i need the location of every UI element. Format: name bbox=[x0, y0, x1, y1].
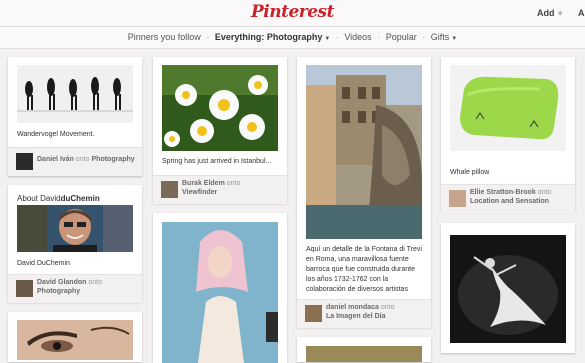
pin-attribution: Ellie Stratton-Brook onto Location and S… bbox=[441, 184, 575, 213]
onto-text: onto bbox=[380, 304, 395, 311]
nav-everything-label: Everything: Photography bbox=[214, 32, 323, 42]
nav-gifts-dropdown[interactable]: Gifts ▼ bbox=[431, 27, 457, 50]
category-nav: Pinners you follow · Everything: Photogr… bbox=[0, 27, 585, 49]
pin-image[interactable] bbox=[162, 222, 278, 363]
avatar[interactable] bbox=[16, 153, 33, 170]
pin-card[interactable]: Wandervogel Movement. Daniel Iván onto P… bbox=[8, 57, 142, 176]
pinterest-logo[interactable]: Pinterest bbox=[0, 2, 585, 22]
pin-description: Spring has just arrived in Istanbul... bbox=[162, 158, 272, 165]
pin-description: Whale pillow bbox=[450, 169, 490, 176]
pinner-name[interactable]: David Glandon bbox=[37, 279, 86, 286]
nav-gifts-label: Gifts bbox=[430, 32, 450, 42]
pin-card[interactable]: Spring has just arrived in Istanbul... B… bbox=[153, 57, 287, 204]
pin-card[interactable]: Whale pillow Ellie Stratton-Brook onto L… bbox=[441, 57, 575, 213]
avatar[interactable] bbox=[449, 190, 466, 207]
onto-text: onto bbox=[75, 156, 90, 163]
pinner-name[interactable]: Burak Eldem bbox=[182, 180, 225, 187]
avatar[interactable] bbox=[161, 181, 178, 198]
onto-text: onto bbox=[226, 180, 241, 187]
pinner-name[interactable]: Ellie Stratton-Brook bbox=[470, 189, 536, 196]
pin-about-title: About DavidduChemin bbox=[17, 194, 100, 204]
nav-separator: · bbox=[335, 32, 339, 42]
pin-image[interactable] bbox=[306, 65, 422, 239]
nav-separator: · bbox=[422, 32, 426, 42]
nav-separator: · bbox=[377, 32, 381, 42]
pin-image[interactable] bbox=[306, 346, 422, 362]
pin-attribution: Daniel Iván onto Photography bbox=[8, 147, 142, 176]
nav-popular[interactable]: Popular bbox=[386, 27, 417, 48]
account-menu[interactable]: A bbox=[578, 8, 585, 18]
pin-description: Aquí un detalle de la Fontana di Trevi e… bbox=[306, 246, 422, 293]
pin-attribution: daniel mondaca onto La Imagen del Día bbox=[297, 299, 431, 328]
add-button[interactable]: Add + bbox=[537, 8, 563, 18]
board-name[interactable]: Photography bbox=[37, 288, 80, 295]
pin-image[interactable] bbox=[17, 65, 133, 123]
nav-pinners-you-follow[interactable]: Pinners you follow bbox=[128, 27, 201, 48]
pin-card[interactable]: Aquí un detalle de la Fontana di Trevi e… bbox=[297, 57, 431, 328]
pinner-line: David Glandon onto bbox=[37, 279, 102, 286]
onto-text: onto bbox=[88, 279, 102, 286]
pin-image[interactable] bbox=[450, 65, 566, 151]
top-bar: Pinterest Add + A bbox=[0, 0, 585, 27]
add-button-label: Add bbox=[537, 8, 555, 18]
onto-text: onto bbox=[537, 189, 552, 196]
nav-separator: · bbox=[206, 32, 210, 42]
pinner-name[interactable]: Daniel Iván bbox=[37, 156, 74, 163]
board-name[interactable]: Viewfinder bbox=[182, 189, 217, 196]
pin-description: Wandervogel Movement. bbox=[17, 131, 95, 138]
pin-card[interactable] bbox=[153, 213, 287, 363]
board-name[interactable]: La Imagen del Día bbox=[326, 313, 386, 320]
nav-videos[interactable]: Videos bbox=[344, 27, 371, 48]
board-name[interactable]: Photography bbox=[92, 156, 135, 163]
chevron-down-icon: ▼ bbox=[324, 36, 331, 42]
pinner-line: Burak Eldem onto bbox=[182, 180, 240, 187]
pinner-line: daniel mondaca onto bbox=[326, 304, 394, 311]
plus-icon: + bbox=[557, 8, 563, 18]
pin-image[interactable] bbox=[17, 205, 133, 252]
about-name: duChemin bbox=[60, 194, 100, 203]
pin-card[interactable] bbox=[8, 312, 142, 362]
pin-card[interactable]: About DavidduChemin David DuChemin David… bbox=[8, 185, 142, 303]
pin-description: David DuChemin bbox=[17, 260, 70, 267]
pinner-name[interactable]: daniel mondaca bbox=[326, 304, 379, 311]
about-prefix: About David bbox=[17, 194, 61, 203]
avatar[interactable] bbox=[305, 305, 322, 322]
pinner-line: Ellie Stratton-Brook onto bbox=[470, 189, 551, 196]
pin-attribution: David Glandon onto Photography bbox=[8, 274, 142, 303]
nav-everything-dropdown[interactable]: Everything: Photography ▼ bbox=[215, 27, 330, 50]
avatar[interactable] bbox=[16, 280, 33, 297]
pin-card[interactable] bbox=[441, 223, 575, 353]
chevron-down-icon: ▼ bbox=[451, 36, 458, 42]
pin-image[interactable] bbox=[450, 235, 566, 343]
board-name[interactable]: Location and Sensation bbox=[470, 198, 549, 205]
pin-image[interactable] bbox=[162, 65, 278, 151]
pin-attribution: Burak Eldem onto Viewfinder bbox=[153, 175, 287, 204]
pinner-line: Daniel Iván onto Photography bbox=[37, 156, 135, 163]
pin-image[interactable] bbox=[17, 320, 133, 360]
